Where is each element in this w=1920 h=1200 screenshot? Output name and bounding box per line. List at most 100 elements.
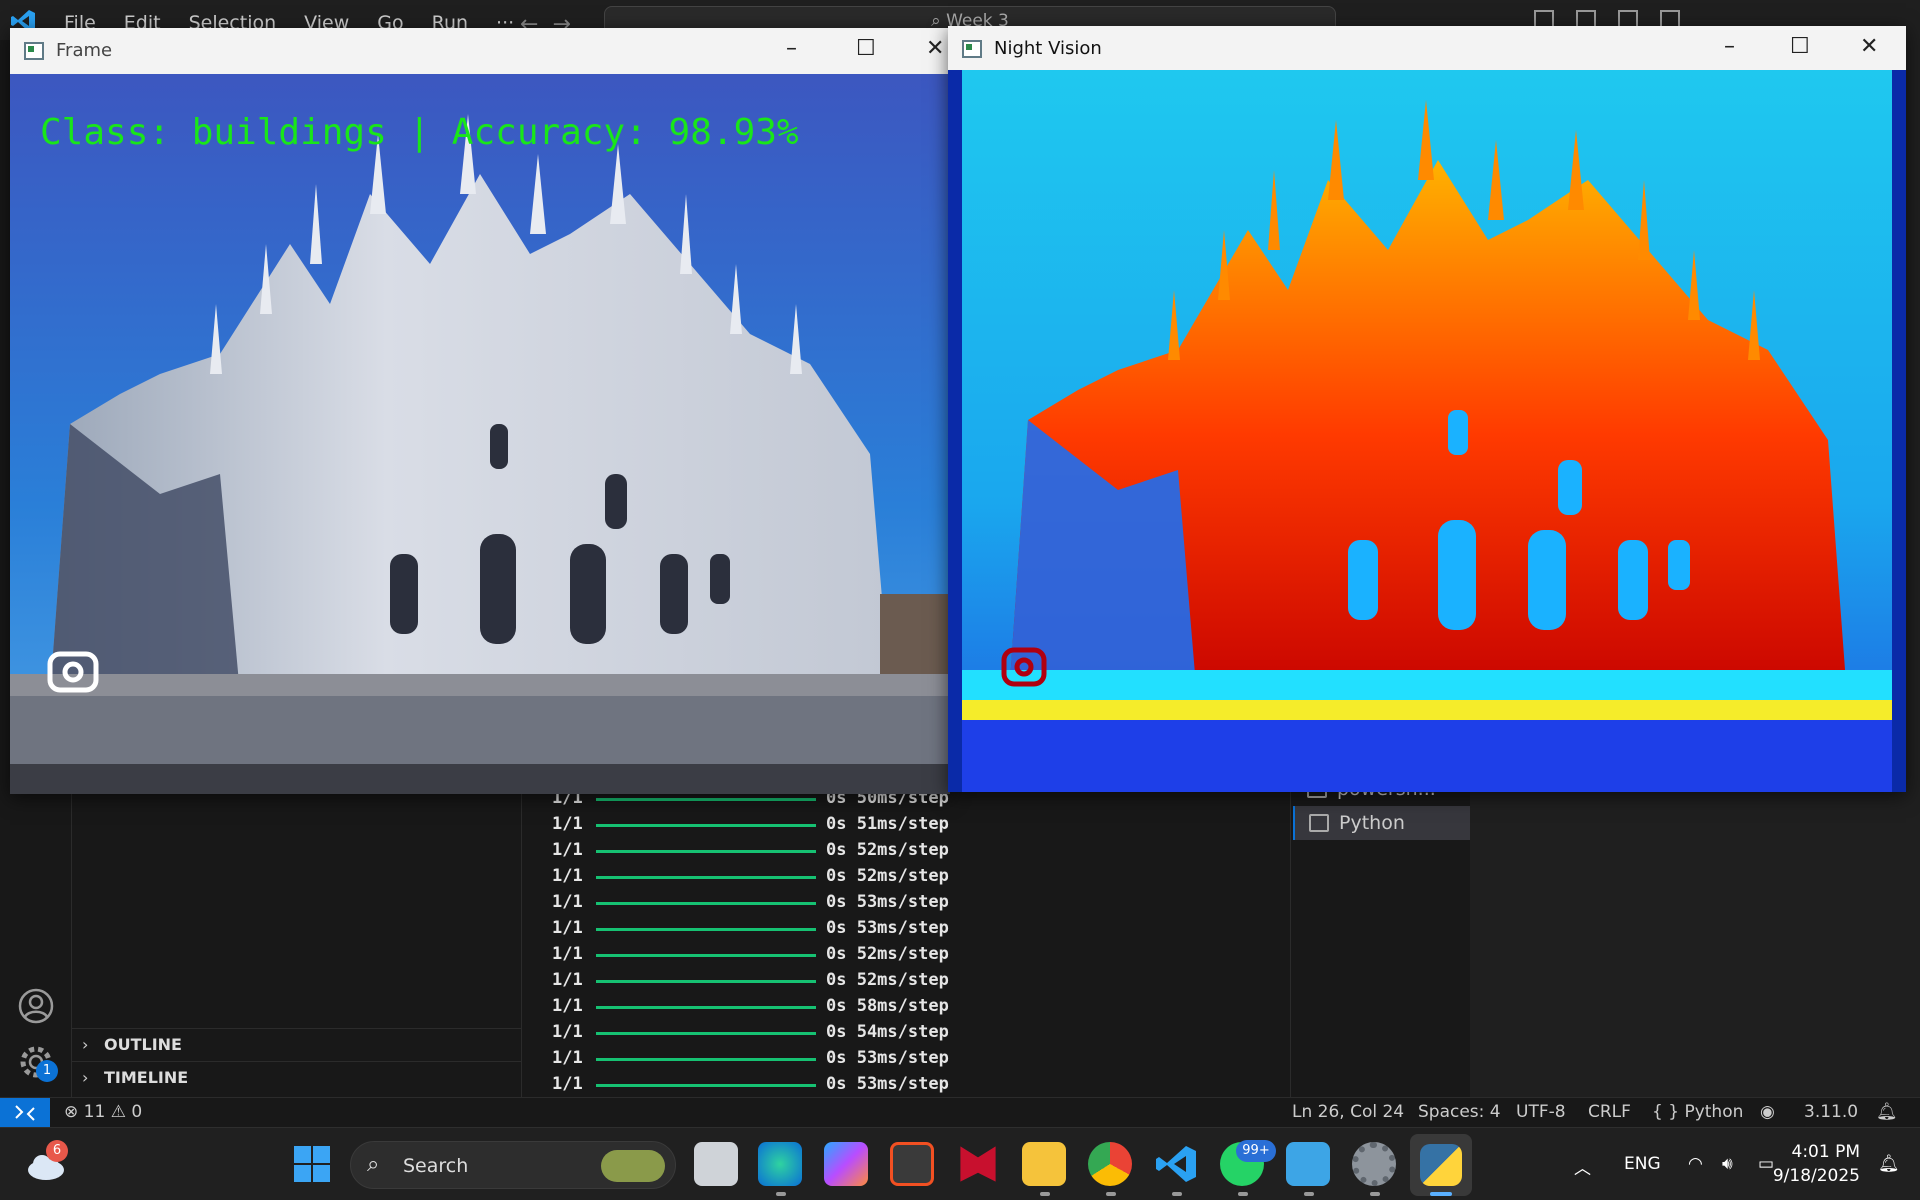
progress-bar	[596, 798, 816, 801]
progress-bar	[596, 876, 816, 879]
running-indicator	[1304, 1192, 1314, 1196]
cathedral-photo	[10, 74, 950, 794]
edge-browser-icon[interactable]	[758, 1142, 802, 1186]
night-vision-titlebar[interactable]: Night Vision – ☐ ✕	[948, 26, 1906, 70]
search-highlight-icon	[601, 1150, 665, 1182]
terminal-tab-python[interactable]: Python	[1293, 806, 1473, 840]
language-label: Python	[1684, 1102, 1744, 1122]
problems-indicator[interactable]: ⊗ 11 ⚠ 0	[64, 1102, 142, 1122]
step-count: 1/1	[552, 918, 583, 938]
outline-label: OUTLINE	[104, 1035, 182, 1054]
step-time: 0s 52ms/step	[826, 944, 949, 964]
running-indicator	[1106, 1192, 1116, 1196]
close-button[interactable]: ✕	[1860, 34, 1878, 59]
taskbar-search[interactable]: ⌕ Search	[350, 1141, 676, 1189]
thermal-photo	[948, 70, 1906, 792]
terminal-icon	[1309, 814, 1329, 832]
step-count: 1/1	[552, 840, 583, 860]
terminal-output[interactable]: 1/1 0s 50ms/step 1/1 0s 51ms/step 1/1 0s 52…	[522, 770, 1290, 1097]
battery-icon[interactable]: ▭	[1758, 1154, 1774, 1174]
night-vision-canvas	[948, 70, 1906, 792]
night-vision-window: Night Vision – ☐ ✕	[948, 26, 1906, 792]
notification-bell-icon[interactable]: 🔔︎	[1878, 1154, 1900, 1174]
step-count: 1/1	[552, 892, 583, 912]
copilot-icon[interactable]: ◉	[1760, 1102, 1775, 1122]
progress-bar	[596, 1032, 816, 1035]
running-indicator	[1172, 1192, 1182, 1196]
remote-icon	[15, 1105, 35, 1121]
clock-time: 4:01 PM	[1791, 1142, 1861, 1162]
chrome-icon[interactable]	[1088, 1142, 1132, 1186]
windows-start-icon[interactable]	[290, 1142, 334, 1186]
clock-date: 9/18/2025	[1772, 1166, 1860, 1186]
chevron-right-icon: ›	[82, 1035, 89, 1054]
error-icon: ⊗	[64, 1102, 79, 1122]
step-time: 0s 53ms/step	[826, 892, 949, 912]
file-explorer-icon[interactable]	[1022, 1142, 1066, 1186]
outline-section[interactable]: › OUTLINE	[72, 1028, 522, 1060]
minimize-button[interactable]: –	[1724, 34, 1735, 59]
progress-bar	[596, 1006, 816, 1009]
volume-icon[interactable]: 🔊︎	[1722, 1154, 1733, 1174]
progress-bar	[596, 1084, 816, 1087]
mcafee-icon[interactable]	[960, 1146, 996, 1182]
active-indicator	[1430, 1192, 1452, 1196]
progress-bar	[596, 1058, 816, 1061]
error-count: 11	[83, 1102, 106, 1122]
running-indicator	[776, 1192, 786, 1196]
control-panel-icon[interactable]	[1286, 1142, 1330, 1186]
maximize-button[interactable]: ☐	[1790, 34, 1810, 59]
maximize-button[interactable]: ☐	[856, 36, 876, 61]
indentation[interactable]: Spaces: 4	[1418, 1102, 1501, 1122]
progress-bar	[596, 850, 816, 853]
input-language[interactable]: ENG	[1624, 1154, 1661, 1174]
running-indicator	[1040, 1192, 1050, 1196]
step-time: 0s 53ms/step	[826, 1048, 949, 1068]
timeline-section[interactable]: › TIMELINE	[72, 1061, 522, 1093]
python-icon	[1420, 1144, 1462, 1186]
line-ending[interactable]: CRLF	[1588, 1102, 1631, 1122]
running-indicator	[1370, 1192, 1380, 1196]
progress-bar	[596, 928, 816, 931]
window-title: Frame	[56, 40, 113, 61]
task-view-icon[interactable]	[694, 1142, 738, 1186]
cursor-position[interactable]: Ln 26, Col 24	[1292, 1102, 1404, 1122]
running-indicator	[1238, 1192, 1248, 1196]
terminal-tab-list: powersh... Python	[1290, 770, 1473, 1097]
step-time: 0s 51ms/step	[826, 814, 949, 834]
step-time: 0s 54ms/step	[826, 1022, 949, 1042]
settings-app-icon[interactable]	[1352, 1142, 1396, 1186]
vscode-taskbar-icon[interactable]	[1154, 1142, 1198, 1186]
close-button[interactable]: ✕	[926, 36, 944, 61]
copilot-app-icon[interactable]	[824, 1142, 868, 1186]
search-placeholder: Search	[403, 1155, 469, 1177]
encoding[interactable]: UTF-8	[1516, 1102, 1566, 1122]
bell-icon[interactable]: 🔔︎	[1876, 1102, 1898, 1122]
chevron-right-icon: ›	[82, 1068, 89, 1087]
desktop: File Edit Selection View Go Run ··· ← → …	[0, 0, 1920, 1200]
window-app-icon	[962, 40, 982, 58]
python-app-active-tile[interactable]	[1410, 1134, 1472, 1196]
step-count: 1/1	[552, 1022, 583, 1042]
timeline-label: TIMELINE	[104, 1068, 189, 1087]
wifi-icon[interactable]: ◠	[1688, 1154, 1703, 1174]
language-mode[interactable]: { } Python	[1652, 1102, 1743, 1122]
window-title: Night Vision	[994, 38, 1102, 59]
frame-window: Frame – ☐ ✕ Class: buildings | Accuracy:…	[10, 28, 950, 794]
step-time: 0s 58ms/step	[826, 996, 949, 1016]
step-count: 1/1	[552, 814, 583, 834]
tray-overflow-chevron-icon[interactable]: ︿	[1574, 1154, 1591, 1179]
frame-titlebar[interactable]: Frame – ☐ ✕	[10, 28, 950, 74]
warning-icon: ⚠	[110, 1102, 126, 1122]
clock[interactable]: 4:01 PM 9/18/2025	[1773, 1140, 1860, 1188]
classification-overlay: Class: buildings | Accuracy: 98.93%	[40, 112, 799, 153]
step-count: 1/1	[552, 944, 583, 964]
braces-icon: { }	[1652, 1102, 1680, 1122]
python-version[interactable]: 3.11.0	[1804, 1102, 1858, 1122]
microsoft-store-icon[interactable]	[890, 1142, 934, 1186]
accounts-icon[interactable]	[14, 984, 58, 1028]
status-bar: ⊗ 11 ⚠ 0 Ln 26, Col 24 Spaces: 4 UTF-8 C…	[0, 1097, 1920, 1128]
progress-bar	[596, 824, 816, 827]
remote-indicator[interactable]	[0, 1098, 50, 1128]
minimize-button[interactable]: –	[786, 36, 797, 61]
